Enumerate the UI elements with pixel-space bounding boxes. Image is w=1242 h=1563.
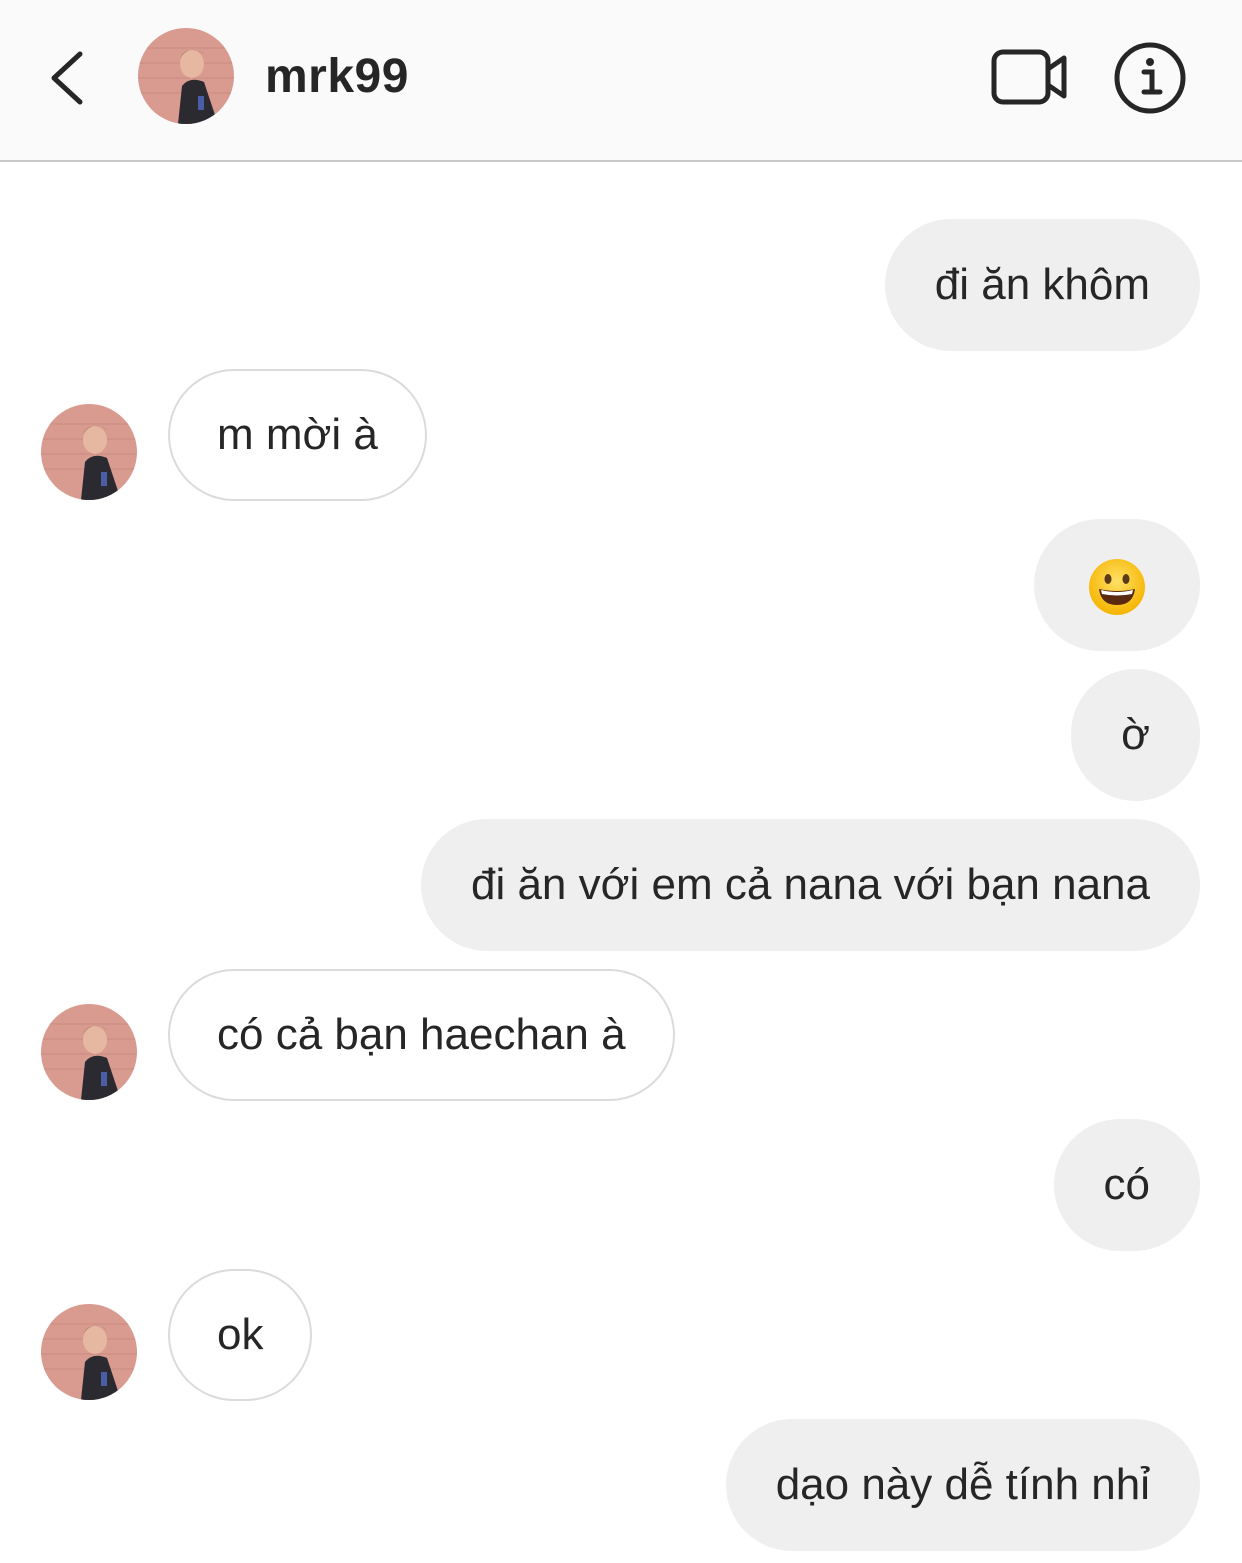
video-call-button[interactable] [988,42,1072,112]
info-icon [1114,42,1186,114]
back-button[interactable] [38,42,98,112]
message-bubble-received[interactable]: m mời à [168,369,427,501]
message-text: m mời à [217,410,378,459]
chevron-left-icon [51,51,83,105]
video-camera-icon [991,49,1067,105]
sender-avatar[interactable] [41,1304,137,1400]
message-bubble-sent[interactable] [1034,519,1200,651]
message-text: có [1103,1160,1150,1209]
message-text: có cả bạn haechan à [217,1010,626,1059]
message-bubble-sent[interactable]: có [1053,1119,1200,1251]
message-bubble-sent[interactable]: ờ [1071,669,1200,801]
message-bubble-sent[interactable]: đi ăn khôm [884,219,1200,351]
message-text: dạo này dễ tính nhỉ [775,1460,1150,1509]
info-button[interactable] [1110,38,1190,118]
message-thread[interactable]: đi ăn khôm m mời à ờ đi ăn với em cả nan… [0,164,1242,1563]
chat-username[interactable]: mrk99 [265,48,409,106]
message-text: đi ăn với em cả nana với bạn nana [470,860,1150,909]
message-text: đi ăn khôm [934,260,1150,309]
message-text: ok [217,1310,264,1359]
message-bubble-received[interactable]: ok [168,1269,313,1401]
sender-avatar[interactable] [41,404,137,500]
sender-avatar[interactable] [41,1004,137,1100]
chat-header: mrk99 [0,0,1242,162]
message-bubble-sent[interactable]: dạo này dễ tính nhỉ [725,1419,1200,1551]
message-bubble-received[interactable]: có cả bạn haechan à [168,969,675,1101]
header-avatar[interactable] [138,28,234,124]
message-bubble-sent[interactable]: đi ăn với em cả nana với bạn nana [420,819,1200,951]
grinning-face-icon [1089,559,1145,616]
message-text: ờ [1121,710,1150,759]
